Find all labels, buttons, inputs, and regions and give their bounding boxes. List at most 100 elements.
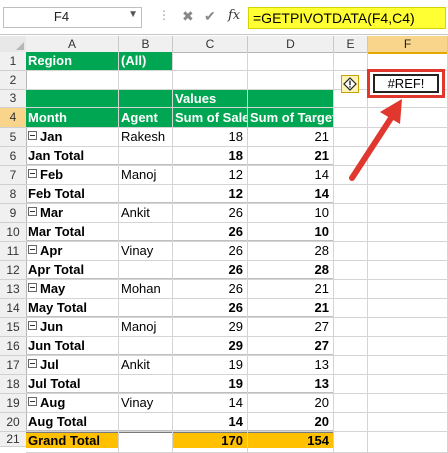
corner-triangle-icon [16,42,24,50]
sales-value-cell: 26 [173,223,247,241]
target-value-cell: 21 [314,129,329,144]
month-label: Apr [40,243,63,258]
target-value-cell: 14 [248,185,333,203]
row-header-1[interactable]: 1 [0,52,27,71]
collapse-toggle-icon[interactable] [28,397,37,406]
agent-cell [119,261,172,279]
target-value-cell: 27 [248,337,333,355]
month-label: Aug [40,395,66,410]
target-value-cell: 28 [314,243,329,258]
target-value-cell: 21 [248,147,333,165]
agent-cell [119,299,172,317]
row-header-21[interactable]: 21 [0,432,27,447]
sales-value-cell: 14 [173,413,247,431]
target-value-cell: 154 [248,432,333,448]
row-header-5[interactable]: 5 [0,128,27,147]
report-filter-label: Region [26,52,118,70]
target-value-cell: 10 [314,205,329,220]
error-indicator-icon[interactable] [341,75,359,93]
target-value-cell: 13 [314,357,329,372]
column-header-a[interactable]: A [26,36,119,53]
collapse-toggle-icon[interactable] [28,359,37,368]
agent-cell: Rakesh [121,129,166,144]
row-header-12[interactable]: 12 [0,261,27,280]
month-field-header[interactable]: Month [26,108,118,127]
collapse-toggle-icon[interactable] [28,245,37,254]
row-header-15[interactable]: 15 [0,318,27,337]
month-label: Jan [40,129,63,144]
month-label: Jun [40,319,64,334]
row-label-cell: Jun [26,318,118,336]
agent-cell [119,432,172,433]
sales-value-cell: 26 [173,261,247,279]
target-value-cell: 21 [314,281,329,296]
month-total-label: Jul Total [26,375,118,393]
collapse-toggle-icon[interactable] [28,169,37,178]
column-header-b[interactable]: B [119,36,173,53]
row-header-2[interactable]: 2 [0,71,27,90]
target-value-cell: 20 [248,413,333,431]
column-header-c[interactable]: C [173,36,248,53]
agent-field-header[interactable]: Agent [119,108,172,127]
month-label: May [40,281,66,296]
insert-function-button[interactable]: fx [228,8,240,23]
row-header-11[interactable]: 11 [0,242,27,261]
collapse-toggle-icon[interactable] [28,131,37,140]
collapse-toggle-icon[interactable] [28,321,37,330]
sales-value-cell: 26 [228,243,243,258]
row-header-10[interactable]: 10 [0,223,27,242]
agent-cell [119,337,172,355]
collapse-toggle-icon[interactable] [28,207,37,216]
row-header-16[interactable]: 16 [0,337,27,356]
row-header-3[interactable]: 3 [0,90,27,108]
month-label: Mar [40,205,64,220]
formula-input[interactable]: =GETPIVOTDATA(F4,C4) [248,7,446,29]
collapse-toggle-icon[interactable] [28,283,37,292]
sales-value-cell: 18 [228,129,243,144]
month-total-label: Apr Total [26,261,118,279]
row-header-9[interactable]: 9 [0,204,27,223]
sales-value-cell: 26 [173,299,247,317]
target-value-cell: 21 [248,299,333,317]
report-filter-value[interactable]: (All) [119,52,172,70]
cancel-icon[interactable]: ✖ [182,8,194,25]
column-header-d[interactable]: D [248,36,334,53]
select-all-corner[interactable] [0,36,27,53]
enter-icon[interactable]: ✔ [204,8,216,25]
sales-value-cell: 29 [228,319,243,334]
result-cell-f4[interactable]: #REF! [373,74,439,93]
month-total-label: Feb Total [26,185,118,203]
agent-cell [119,147,172,165]
column-header-e[interactable]: E [334,36,368,53]
row-header-13[interactable]: 13 [0,280,27,299]
column-header-f[interactable]: F [368,36,448,54]
row-header-20[interactable]: 20 [0,413,27,432]
formula-bar: F4 ▼ ⋮ ✖ ✔ fx =GETPIVOTDATA(F4,C4) [0,0,448,35]
pivot-header-blank [119,90,172,107]
agent-cell [119,375,172,393]
row-header-7[interactable]: 7 [0,166,27,185]
row-header-4[interactable]: 4 [0,108,28,128]
row-label-cell: Jul [26,356,118,374]
month-total-label: Aug Total [26,413,118,431]
month-total-label: May Total [26,299,118,317]
name-box[interactable]: F4 ▼ [3,7,142,28]
row-label-cell: Feb [26,166,118,184]
row-header-6[interactable]: 6 [0,147,27,166]
month-total-label: Jan Total [26,147,118,165]
sales-value-cell: 26 [228,205,243,220]
agent-cell: Ankit [121,357,150,372]
row-header-19[interactable]: 19 [0,394,27,413]
row-header-17[interactable]: 17 [0,356,27,375]
row-header-14[interactable]: 14 [0,299,27,318]
row-header-8[interactable]: 8 [0,185,27,204]
sales-value-cell: 12 [173,185,247,203]
sales-value-cell: 19 [228,357,243,372]
target-value-cell: 14 [314,167,329,182]
sales-value-cell: 29 [173,337,247,355]
target-value-cell: 20 [314,395,329,410]
row-header-18[interactable]: 18 [0,375,27,394]
chevron-down-icon[interactable]: ▼ [128,9,138,20]
callout-arrow-icon [349,99,402,181]
sales-value-cell: 14 [228,395,243,410]
